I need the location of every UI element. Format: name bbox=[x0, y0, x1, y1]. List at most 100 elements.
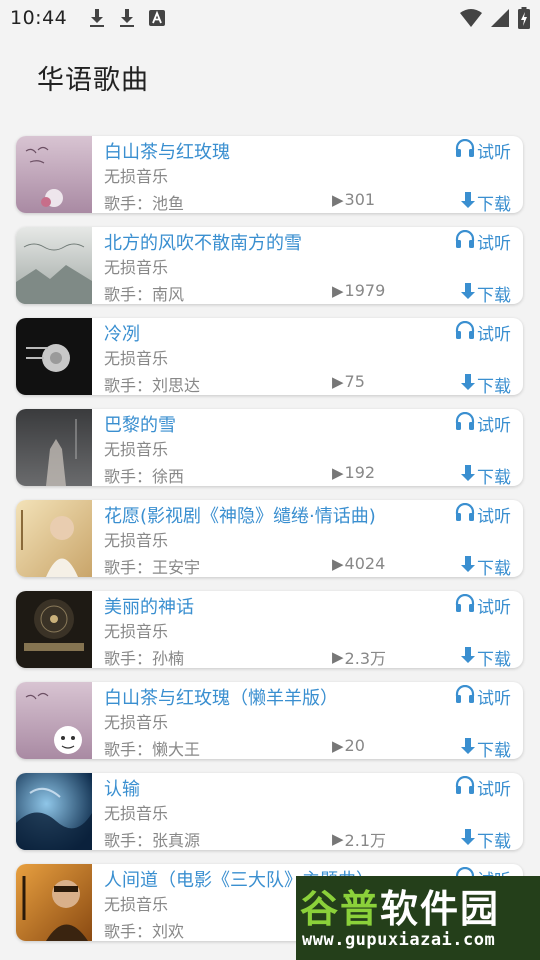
download-button[interactable]: 下载 bbox=[461, 190, 511, 213]
headphones-icon bbox=[455, 502, 477, 526]
play-count: ▶ 75 bbox=[332, 372, 365, 391]
listen-button[interactable]: 试听 bbox=[455, 775, 511, 800]
download-label: 下载 bbox=[477, 195, 511, 213]
download-label: 下载 bbox=[477, 741, 511, 759]
headphones-icon bbox=[455, 593, 477, 617]
song-artist: 歌手：张真源 bbox=[104, 831, 201, 850]
download-button[interactable]: 下载 bbox=[461, 463, 511, 486]
song-title[interactable]: 冷冽 bbox=[104, 320, 140, 346]
listen-button[interactable]: 试听 bbox=[455, 229, 511, 254]
song-quality: 无损音乐 bbox=[104, 622, 169, 641]
album-cover bbox=[16, 864, 92, 941]
listen-button[interactable]: 试听 bbox=[455, 320, 511, 345]
listen-label: 试听 bbox=[477, 507, 511, 527]
song-artist: 歌手：南风 bbox=[104, 285, 185, 304]
play-count: ▶ 192 bbox=[332, 463, 375, 482]
song-title[interactable]: 花愿(影视剧《神隐》缱绻·情话曲) bbox=[104, 502, 376, 528]
play-triangle-icon: ▶ bbox=[332, 736, 344, 755]
listen-button[interactable]: 试听 bbox=[455, 502, 511, 527]
download-button[interactable]: 下载 bbox=[461, 372, 511, 395]
listen-button[interactable]: 试听 bbox=[455, 138, 511, 163]
song-artist: 歌手：王安宇 bbox=[104, 558, 201, 577]
song-item[interactable]: 北方的风吹不散南方的雪 无损音乐 歌手：南风 ▶ 1979 试听 下载 bbox=[16, 227, 523, 304]
download-button[interactable]: 下载 bbox=[461, 736, 511, 759]
watermark-top: 谷普软件园 bbox=[300, 878, 500, 933]
headphones-icon bbox=[455, 229, 477, 253]
listen-button[interactable]: 试听 bbox=[455, 684, 511, 709]
song-item[interactable]: 白山茶与红玫瑰 无损音乐 歌手：池鱼 ▶ 301 试听 下载 bbox=[16, 136, 523, 213]
listen-label: 试听 bbox=[477, 598, 511, 618]
listen-label: 试听 bbox=[477, 234, 511, 254]
watermark-top-prefix: 谷普 bbox=[300, 887, 381, 931]
song-item[interactable]: 花愿(影视剧《神隐》缱绻·情话曲) 无损音乐 歌手：王安宇 ▶ 4024 试听 下… bbox=[16, 500, 523, 577]
album-cover bbox=[16, 591, 92, 668]
play-count-value: 192 bbox=[344, 463, 376, 482]
play-triangle-icon: ▶ bbox=[332, 372, 344, 391]
play-triangle-icon: ▶ bbox=[332, 190, 344, 209]
listen-button[interactable]: 试听 bbox=[455, 411, 511, 436]
download-icon bbox=[89, 8, 105, 28]
watermark-top-rest: 软件园 bbox=[380, 887, 501, 931]
play-count: ▶ 4024 bbox=[332, 554, 385, 573]
download-button[interactable]: 下载 bbox=[461, 281, 511, 304]
download-arrow-icon bbox=[461, 737, 477, 759]
watermark-url: www.gupuxiazai.com bbox=[302, 930, 496, 950]
album-cover bbox=[16, 500, 92, 577]
watermark-logo: 谷普软件园 www.gupuxiazai.com bbox=[296, 876, 540, 960]
play-count-value: 75 bbox=[344, 372, 365, 391]
song-item[interactable]: 美丽的神话 无损音乐 歌手：孙楠 ▶ 2.3万 试听 下载 bbox=[16, 591, 523, 668]
play-triangle-icon: ▶ bbox=[332, 554, 344, 573]
download-button[interactable]: 下载 bbox=[461, 827, 511, 850]
song-quality: 无损音乐 bbox=[104, 440, 169, 459]
play-count: ▶ 1979 bbox=[332, 281, 385, 300]
play-triangle-icon: ▶ bbox=[332, 830, 344, 848]
song-item[interactable]: 白山茶与红玫瑰（懒羊羊版） 无损音乐 歌手：懒大王 ▶ 20 试听 下载 bbox=[16, 682, 523, 759]
song-quality: 无损音乐 bbox=[104, 804, 169, 823]
wifi-icon bbox=[460, 8, 482, 28]
album-cover bbox=[16, 227, 92, 304]
download-arrow-icon bbox=[461, 828, 477, 850]
song-title[interactable]: 认输 bbox=[104, 775, 140, 801]
listen-button[interactable]: 试听 bbox=[455, 593, 511, 618]
song-item[interactable]: 冷冽 无损音乐 歌手：刘思达 ▶ 75 试听 下载 bbox=[16, 318, 523, 395]
headphones-icon bbox=[455, 138, 477, 162]
status-time: 10:44 bbox=[10, 7, 68, 29]
song-quality: 无损音乐 bbox=[104, 167, 169, 186]
song-quality: 无损音乐 bbox=[104, 713, 169, 732]
status-bar: 10:44 bbox=[0, 0, 540, 36]
signal-icon bbox=[490, 8, 510, 28]
song-title[interactable]: 北方的风吹不散南方的雪 bbox=[104, 229, 302, 255]
song-artist: 歌手：懒大王 bbox=[104, 740, 201, 759]
play-count: ▶ 2.3万 bbox=[332, 645, 386, 668]
page-title: 华语歌曲 bbox=[37, 65, 149, 96]
song-artist: 歌手：池鱼 bbox=[104, 194, 185, 213]
song-title[interactable]: 白山茶与红玫瑰（懒羊羊版） bbox=[104, 684, 338, 710]
song-quality: 无损音乐 bbox=[104, 895, 169, 914]
song-artist: 歌手：刘欢 bbox=[104, 922, 185, 941]
download-arrow-icon bbox=[461, 555, 477, 577]
song-title[interactable]: 巴黎的雪 bbox=[104, 411, 176, 437]
song-artist: 歌手：孙楠 bbox=[104, 649, 185, 668]
song-artist: 歌手：刘思达 bbox=[104, 376, 201, 395]
song-item[interactable]: 认输 无损音乐 歌手：张真源 ▶ 2.1万 试听 下载 bbox=[16, 773, 523, 850]
play-count-value: 4024 bbox=[344, 554, 386, 573]
song-title[interactable]: 美丽的神话 bbox=[104, 593, 194, 619]
play-triangle-icon: ▶ bbox=[332, 463, 344, 482]
play-count-value: 2.1万 bbox=[344, 831, 386, 850]
song-quality: 无损音乐 bbox=[104, 349, 169, 368]
song-title[interactable]: 白山茶与红玫瑰 bbox=[104, 138, 230, 164]
download-button[interactable]: 下载 bbox=[461, 645, 511, 668]
play-count: ▶ 2.1万 bbox=[332, 827, 386, 850]
download-label: 下载 bbox=[477, 286, 511, 304]
song-artist: 歌手：徐西 bbox=[104, 467, 185, 486]
play-count-value: 1979 bbox=[344, 281, 386, 300]
headphones-icon bbox=[455, 775, 477, 799]
download-button[interactable]: 下载 bbox=[461, 554, 511, 577]
play-triangle-icon: ▶ bbox=[332, 281, 344, 300]
song-item[interactable]: 巴黎的雪 无损音乐 歌手：徐西 ▶ 192 试听 下载 bbox=[16, 409, 523, 486]
play-count-value: 20 bbox=[344, 736, 365, 755]
listen-label: 试听 bbox=[477, 780, 511, 800]
download-label: 下载 bbox=[477, 559, 511, 577]
song-quality: 无损音乐 bbox=[104, 258, 169, 277]
album-cover bbox=[16, 682, 92, 759]
